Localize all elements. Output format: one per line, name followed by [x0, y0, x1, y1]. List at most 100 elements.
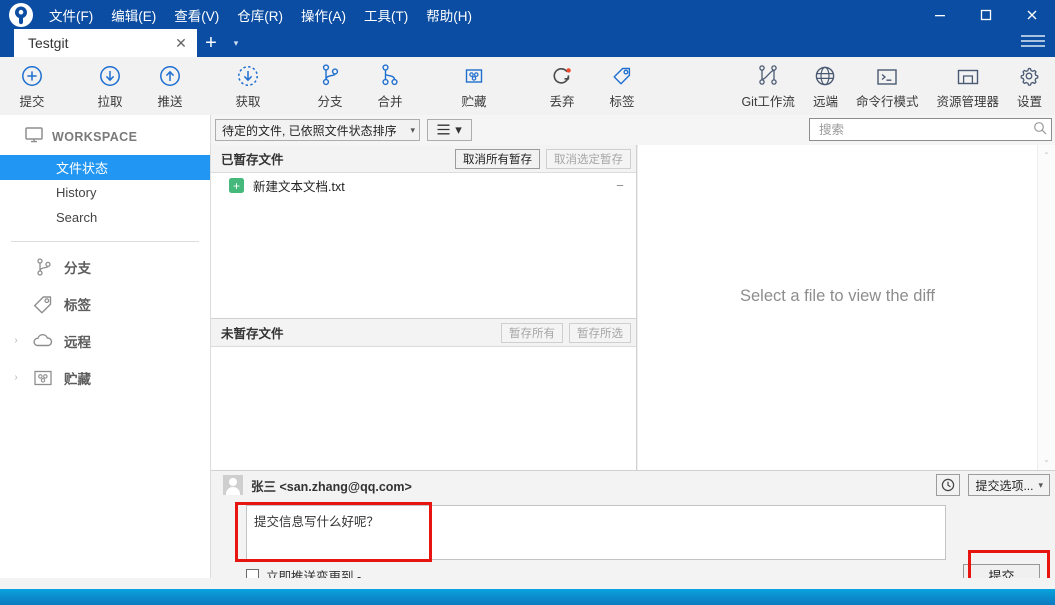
toolbar-push-label: 推送 — [157, 95, 183, 109]
toolbar-explorer-button[interactable]: 资源管理器 — [927, 59, 1008, 113]
desktop-taskbar-strip — [0, 589, 1055, 605]
staged-files-list: + 新建文本文档.txt − — [211, 173, 636, 318]
tab-testgit[interactable]: Testgit ✕ — [14, 29, 197, 57]
minimize-button[interactable] — [917, 0, 963, 29]
unstaged-files-header: 未暂存文件 暂存所有 暂存所选 — [211, 318, 636, 347]
main-toolbar: 提交 拉取 推送 获取 分支 合并 贮藏 丢弃 标签 Git工作流 远端 命令行… — [0, 57, 1055, 116]
tab-close-icon[interactable]: ✕ — [171, 33, 191, 53]
chevron-down-icon: ▾ — [410, 124, 415, 135]
pull-down-arrow-icon — [98, 62, 122, 88]
stash-box-icon — [462, 62, 486, 88]
menu-help[interactable]: 帮助(H) — [417, 1, 481, 29]
menu-file[interactable]: 文件(F) — [40, 1, 102, 29]
title-bar: 文件(F) 编辑(E) 查看(V) 仓库(R) 操作(A) 工具(T) 帮助(H… — [0, 0, 1055, 57]
toolbar-gitflow-button[interactable]: Git工作流 — [732, 59, 803, 113]
search-input[interactable] — [817, 121, 1033, 138]
gear-settings-icon — [1017, 62, 1041, 88]
staged-files-title: 已暂存文件 — [221, 153, 284, 167]
toolbar-gitflow-label: Git工作流 — [741, 95, 795, 109]
commit-message-input[interactable]: 提交信息写什么好呢？ — [246, 505, 946, 560]
scroll-down-icon[interactable]: ⌄ — [1038, 451, 1055, 468]
toolbar-pull-button[interactable]: 拉取 — [80, 59, 140, 113]
merge-icon — [378, 62, 402, 88]
hamburger-menu-icon[interactable] — [1021, 32, 1045, 50]
sidebar-item-history[interactable]: History — [0, 180, 210, 205]
cloud-icon — [30, 332, 56, 349]
menu-actions[interactable]: 操作(A) — [292, 1, 355, 29]
menu-view[interactable]: 查看(V) — [165, 1, 228, 29]
status-bar — [0, 578, 1055, 589]
menu-repository[interactable]: 仓库(R) — [228, 1, 292, 29]
chevron-right-icon[interactable]: › — [10, 335, 22, 346]
toolbar-tag-button[interactable]: 标签 — [592, 59, 652, 113]
toolbar-right-group: Git工作流 远端 命令行模式 资源管理器 设置 — [732, 57, 1051, 115]
new-tab-button[interactable]: + — [197, 29, 225, 57]
diff-scrollbar[interactable]: ⌃ ⌄ — [1037, 145, 1055, 470]
staged-file-name: 新建文本文档.txt — [253, 180, 345, 194]
view-mode-dropdown[interactable]: ▾ — [427, 119, 472, 141]
search-icon[interactable] — [1033, 121, 1047, 138]
sidebar-item-search[interactable]: Search — [0, 205, 210, 230]
sidebar-item-file-status[interactable]: 文件状态 — [0, 155, 210, 180]
menu-tools[interactable]: 工具(T) — [355, 1, 417, 29]
file-status-column: 已暂存文件 取消所有暂存 取消选定暂存 + 新建文本文档.txt − 未暂存文件… — [211, 145, 637, 470]
toolbar-stash-button[interactable]: 贮藏 — [444, 59, 504, 113]
toolbar-terminal-button[interactable]: 命令行模式 — [847, 59, 928, 113]
sidebar-item-branches-label: 分支 — [64, 260, 91, 276]
toolbar-tag-label: 标签 — [609, 95, 635, 109]
toolbar-branch-button[interactable]: 分支 — [300, 59, 360, 113]
commit-author-name[interactable]: 张三 <san.zhang@qq.com> — [251, 476, 928, 495]
sidebar-workspace-label: WORKSPACE — [52, 129, 138, 144]
commit-history-button[interactable] — [936, 474, 961, 496]
staged-file-row[interactable]: + 新建文本文档.txt − — [211, 173, 636, 198]
toolbar-branch-label: 分支 — [317, 95, 343, 109]
toolbar-commit-label: 提交 — [19, 95, 45, 109]
unstage-file-icon[interactable]: − — [612, 178, 628, 194]
menu-edit[interactable]: 编辑(E) — [102, 1, 165, 29]
window-controls — [917, 0, 1055, 29]
sidebar-item-branches[interactable]: 分支 — [0, 248, 210, 285]
commit-author-row: 张三 <san.zhang@qq.com> 提交选项... ▾ — [211, 471, 1055, 499]
tab-list-dropdown-icon[interactable]: ▾ — [225, 29, 247, 57]
sourcetree-window: 文件(F) 编辑(E) 查看(V) 仓库(R) 操作(A) 工具(T) 帮助(H… — [0, 0, 1055, 605]
toolbar-merge-button[interactable]: 合并 — [360, 59, 420, 113]
chevron-down-icon: ▾ — [1038, 479, 1043, 490]
diff-panel: Select a file to view the diff ⌃ ⌄ — [638, 145, 1055, 470]
branch-icon — [318, 62, 342, 88]
sidebar-item-tags[interactable]: 标签 — [0, 285, 210, 322]
unstage-all-button[interactable]: 取消所有暂存 — [455, 148, 540, 169]
toolbar-fetch-label: 获取 — [235, 95, 261, 109]
maximize-button[interactable] — [963, 0, 1009, 29]
sidebar-workspace-header[interactable]: WORKSPACE — [0, 115, 210, 155]
file-sort-dropdown[interactable]: 待定的文件, 已依照文件状态排序 ▾ — [215, 119, 420, 141]
toolbar-discard-button[interactable]: 丢弃 — [532, 59, 592, 113]
unstage-selected-button: 取消选定暂存 — [546, 148, 631, 169]
sidebar-item-file-status-label: 文件状态 — [56, 161, 109, 176]
sidebar-item-stashes-label: 贮藏 — [64, 371, 91, 387]
sidebar-item-remotes-label: 远程 — [64, 334, 91, 350]
toolbar-settings-button[interactable]: 设置 — [1008, 59, 1051, 113]
filter-bar: 待定的文件, 已依照文件状态排序 ▾ ▾ — [211, 115, 1055, 146]
close-button[interactable] — [1009, 0, 1055, 29]
chevron-right-icon[interactable]: › — [10, 372, 22, 383]
sidebar-item-tags-label: 标签 — [64, 297, 91, 313]
search-box[interactable] — [809, 118, 1052, 141]
user-avatar-icon — [223, 475, 243, 495]
commit-plus-circle-icon — [20, 62, 44, 88]
sidebar: WORKSPACE 文件状态 History Search 分支 标签 › 远程… — [0, 115, 211, 589]
list-view-icon — [437, 123, 450, 138]
toolbar-commit-button[interactable]: 提交 — [2, 59, 62, 113]
sidebar-item-stashes[interactable]: › 贮藏 — [0, 359, 210, 396]
chevron-down-icon: ▾ — [455, 122, 462, 137]
discard-refresh-icon — [550, 62, 574, 88]
sidebar-item-remotes[interactable]: › 远程 — [0, 322, 210, 359]
fetch-dashed-arrow-icon — [236, 62, 260, 88]
scroll-up-icon[interactable]: ⌃ — [1038, 147, 1055, 164]
toolbar-explorer-label: 资源管理器 — [936, 95, 999, 109]
stash-box-icon — [30, 369, 56, 387]
toolbar-remote-button[interactable]: 远端 — [804, 59, 847, 113]
commit-options-button[interactable]: 提交选项... ▾ — [968, 474, 1050, 496]
toolbar-fetch-button[interactable]: 获取 — [218, 59, 278, 113]
unstaged-files-title: 未暂存文件 — [221, 327, 284, 341]
toolbar-push-button[interactable]: 推送 — [140, 59, 200, 113]
